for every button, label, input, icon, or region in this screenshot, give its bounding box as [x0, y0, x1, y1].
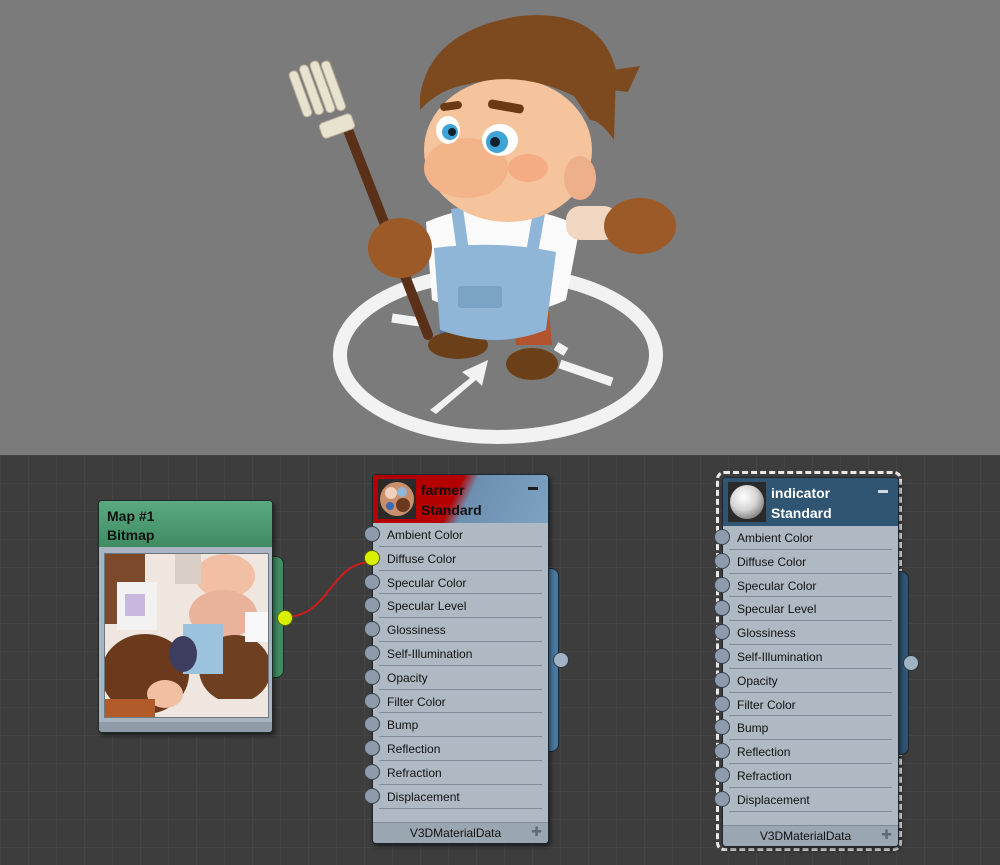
- material-node-header[interactable]: farmer Standard: [373, 475, 548, 523]
- material-slot[interactable]: Filter Color: [723, 693, 898, 717]
- material-slot[interactable]: Bump: [723, 716, 898, 741]
- 3d-viewport[interactable]: [0, 0, 1000, 455]
- material-slot-label: Ambient Color: [387, 528, 464, 542]
- input-socket[interactable]: [714, 576, 730, 593]
- node-editor[interactable]: Map #1 Bitmap farmer Standard Ambient Co…: [0, 455, 1000, 865]
- expand-plus-icon[interactable]: ✚: [531, 824, 542, 840]
- material-slot-label: Specular Color: [387, 575, 467, 590]
- material-slot[interactable]: Displacement: [723, 788, 898, 812]
- input-socket[interactable]: [364, 573, 380, 590]
- material-slot[interactable]: Reflection: [373, 737, 548, 761]
- material-slot-label: Filter Color: [387, 694, 446, 709]
- input-socket[interactable]: [714, 695, 730, 712]
- bitmap-output-socket[interactable]: [277, 610, 293, 626]
- material-slot-label: Specular Level: [387, 599, 467, 614]
- material-slot-label: Opacity: [387, 670, 428, 685]
- material-slot[interactable]: Ambient Color: [373, 523, 548, 547]
- material-slot-label: Reflection: [387, 742, 441, 757]
- material-slot[interactable]: Glossiness: [373, 618, 548, 642]
- material-output-socket[interactable]: [553, 652, 569, 668]
- material-output-socket[interactable]: [903, 655, 919, 671]
- material-slot-label: Opacity: [737, 673, 778, 688]
- material-slot-label: Self-Illumination: [737, 650, 823, 664]
- material-slot-label: Refraction: [737, 769, 792, 783]
- slot-divider: [379, 807, 542, 809]
- material-slot[interactable]: Self-Illumination: [723, 645, 898, 669]
- material-node-title: indicator: [771, 485, 831, 501]
- input-socket[interactable]: [364, 692, 380, 709]
- footer-label: V3DMaterialData: [409, 826, 502, 840]
- material-slot[interactable]: Diffuse Color: [723, 550, 898, 574]
- material-node-subtitle: Standard: [421, 502, 482, 518]
- material-slot-label: Glossiness: [387, 623, 446, 638]
- material-node-title: farmer: [421, 482, 465, 498]
- material-slot[interactable]: Self-Illumination: [373, 642, 548, 666]
- material-node-header[interactable]: indicator Standard: [723, 478, 898, 526]
- material-node-body: farmer Standard Ambient Color Diffuse Col…: [372, 474, 549, 844]
- material-slot[interactable]: Refraction: [723, 764, 898, 788]
- collapse-icon[interactable]: [878, 490, 888, 493]
- material-slot-label: Reflection: [737, 745, 791, 760]
- material-slot-label: Filter Color: [737, 697, 796, 712]
- input-socket[interactable]: [714, 648, 730, 664]
- slot-divider: [729, 810, 892, 812]
- material-slot-label: Ambient Color: [737, 531, 814, 545]
- input-socket[interactable]: [364, 526, 380, 542]
- input-socket[interactable]: [714, 767, 730, 783]
- material-slot[interactable]: Opacity: [373, 666, 548, 690]
- input-socket[interactable]: [364, 764, 380, 780]
- material-slot[interactable]: Opacity: [723, 669, 898, 693]
- scene-render: [288, 15, 676, 444]
- material-node-indicator[interactable]: indicator Standard Ambient Color Diffuse …: [714, 477, 919, 847]
- input-socket[interactable]: [364, 787, 380, 804]
- texture-thumbnail: [104, 553, 269, 718]
- material-node-footer: V3DMaterialData ✚: [723, 825, 898, 846]
- material-slot[interactable]: Diffuse Color: [373, 547, 548, 571]
- material-slot-label: Diffuse Color: [737, 554, 807, 569]
- material-slot[interactable]: Bump: [373, 713, 548, 738]
- material-slot-label: Diffuse Color: [387, 551, 457, 566]
- material-slot-label: Refraction: [387, 766, 442, 780]
- material-slot-label: Specular Level: [737, 602, 817, 617]
- material-slot-label: Bump: [737, 721, 769, 736]
- material-node-subtitle: Standard: [771, 505, 832, 521]
- material-node-body: indicator Standard Ambient Color Diffuse …: [722, 477, 899, 847]
- material-slot[interactable]: Filter Color: [373, 690, 548, 714]
- bitmap-node-subtitle: Bitmap: [107, 527, 155, 543]
- bitmap-node-header[interactable]: Map #1 Bitmap: [99, 501, 272, 547]
- bitmap-node-title: Map #1: [107, 508, 155, 524]
- footer-label: V3DMaterialData: [759, 829, 852, 843]
- material-slot[interactable]: Specular Color: [723, 574, 898, 598]
- material-slot[interactable]: Refraction: [373, 761, 548, 785]
- input-socket[interactable]: [364, 645, 380, 661]
- input-socket[interactable]: [364, 668, 380, 685]
- material-slot-label: Bump: [387, 718, 419, 733]
- texture-preview-icon: [378, 479, 416, 519]
- expand-plus-icon[interactable]: ✚: [881, 827, 892, 843]
- material-slot-label: Self-Illumination: [387, 647, 473, 661]
- input-socket[interactable]: [714, 671, 730, 688]
- input-socket[interactable]: [714, 552, 730, 569]
- material-slot[interactable]: Displacement: [373, 785, 548, 809]
- material-slot[interactable]: Ambient Color: [723, 526, 898, 550]
- material-node-farmer[interactable]: farmer Standard Ambient Color Diffuse Col…: [364, 474, 569, 844]
- material-slot[interactable]: Specular Level: [373, 594, 548, 619]
- sphere-preview-icon: [728, 482, 766, 522]
- collapse-icon[interactable]: [528, 487, 538, 490]
- material-node-footer: V3DMaterialData ✚: [373, 822, 548, 843]
- material-slot[interactable]: Glossiness: [723, 621, 898, 645]
- material-slot[interactable]: Specular Color: [373, 571, 548, 595]
- bitmap-node-footer: [99, 722, 272, 732]
- material-slot[interactable]: Reflection: [723, 740, 898, 764]
- material-slot-label: Specular Color: [737, 578, 817, 593]
- input-socket[interactable]: [714, 529, 730, 545]
- input-socket[interactable]: [364, 549, 380, 566]
- input-socket[interactable]: [714, 790, 730, 807]
- material-slot[interactable]: Specular Level: [723, 597, 898, 622]
- material-slot-label: Glossiness: [737, 626, 796, 641]
- bitmap-node-body: Map #1 Bitmap: [98, 500, 273, 733]
- bitmap-node[interactable]: Map #1 Bitmap: [98, 500, 293, 733]
- material-slot-label: Displacement: [737, 792, 810, 807]
- material-slot-label: Displacement: [387, 789, 460, 804]
